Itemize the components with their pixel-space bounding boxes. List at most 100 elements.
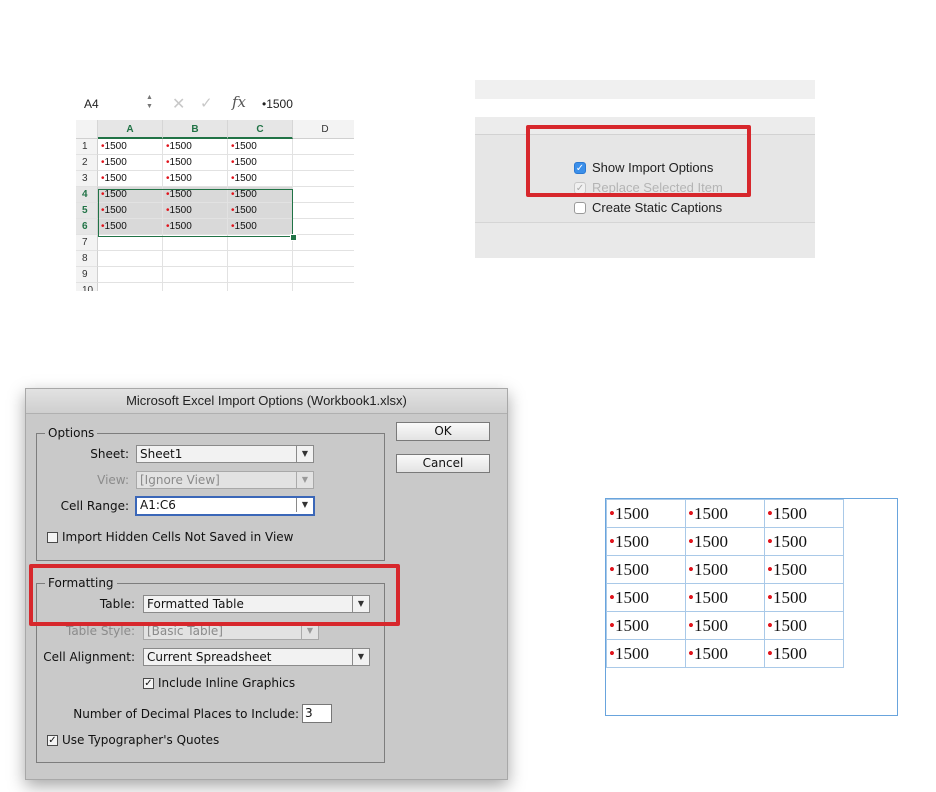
cell[interactable]: •1500 bbox=[163, 219, 228, 235]
chevron-down-icon[interactable]: ▼ bbox=[296, 498, 313, 512]
cell[interactable] bbox=[228, 251, 293, 267]
placed-table-frame[interactable]: •1500 •1500 •1500 •1500 •1500 •1500 •1500 •1500… bbox=[605, 498, 898, 716]
include-inline-graphics-option[interactable]: ✓ Include Inline Graphics bbox=[143, 676, 295, 690]
create-static-captions-checkbox[interactable] bbox=[574, 201, 586, 214]
table-cell[interactable]: •1500 bbox=[764, 527, 844, 556]
name-box[interactable]: A4 bbox=[84, 97, 99, 111]
row-header[interactable]: 10 bbox=[76, 283, 98, 291]
column-header-a[interactable]: A bbox=[98, 120, 163, 139]
cell[interactable]: •1500 bbox=[98, 187, 163, 203]
row-header[interactable]: 5 bbox=[76, 203, 98, 219]
fill-handle[interactable] bbox=[290, 234, 297, 241]
table-cell[interactable]: •1500 bbox=[764, 499, 844, 528]
table-cell[interactable]: •1500 bbox=[685, 583, 765, 612]
row-header[interactable]: 2 bbox=[76, 155, 98, 171]
table-cell[interactable]: •1500 bbox=[685, 555, 765, 584]
cell[interactable] bbox=[98, 235, 163, 251]
cell[interactable] bbox=[293, 251, 354, 267]
table-cell[interactable]: •1500 bbox=[764, 555, 844, 584]
typographers-quotes-option[interactable]: ✓ Use Typographer's Quotes bbox=[47, 733, 219, 747]
cell[interactable]: •1500 bbox=[163, 203, 228, 219]
cell[interactable]: •1500 bbox=[163, 171, 228, 187]
cell[interactable] bbox=[293, 203, 354, 219]
cancel-button[interactable]: Cancel bbox=[396, 454, 490, 473]
row-header[interactable]: 6 bbox=[76, 219, 98, 235]
column-header-d[interactable]: D bbox=[293, 120, 354, 139]
formula-input[interactable]: •1500 bbox=[262, 97, 293, 111]
cell[interactable]: •1500 bbox=[163, 139, 228, 155]
cell-grid[interactable]: A B C D 1 •1500 •1500 •1500 2 •1500 •1500 •1500… bbox=[76, 120, 354, 291]
table-cell[interactable]: •1500 bbox=[606, 499, 686, 528]
cell[interactable]: •1500 bbox=[228, 203, 293, 219]
cell-alignment-dropdown[interactable]: Current Spreadsheet ▼ bbox=[143, 648, 370, 666]
table-cell[interactable]: •1500 bbox=[606, 611, 686, 640]
cell[interactable] bbox=[228, 267, 293, 283]
column-header-c[interactable]: C bbox=[228, 120, 293, 139]
sheet-dropdown[interactable]: Sheet1 ▼ bbox=[136, 445, 314, 463]
cell-range-value[interactable]: A1:C6 bbox=[140, 498, 176, 512]
table-cell[interactable]: •1500 bbox=[764, 583, 844, 612]
cell[interactable]: •1500 bbox=[98, 139, 163, 155]
cell[interactable]: •1500 bbox=[98, 219, 163, 235]
cell[interactable]: •1500 bbox=[228, 139, 293, 155]
cell[interactable] bbox=[98, 267, 163, 283]
select-all-corner[interactable] bbox=[76, 120, 98, 139]
table-cell[interactable]: •1500 bbox=[685, 611, 765, 640]
cell[interactable] bbox=[228, 283, 293, 291]
table-cell[interactable]: •1500 bbox=[606, 639, 686, 668]
column-header-b[interactable]: B bbox=[163, 120, 228, 139]
include-inline-graphics-checkbox[interactable]: ✓ bbox=[143, 677, 154, 689]
placed-table[interactable]: •1500 •1500 •1500 •1500 •1500 •1500 •1500 •1500… bbox=[606, 499, 844, 668]
cell[interactable] bbox=[293, 155, 354, 171]
typographers-quotes-checkbox[interactable]: ✓ bbox=[47, 734, 58, 746]
cell[interactable]: •1500 bbox=[228, 187, 293, 203]
decimal-places-input[interactable]: 3 bbox=[302, 704, 332, 723]
cell[interactable]: •1500 bbox=[98, 203, 163, 219]
cell[interactable]: •1500 bbox=[163, 187, 228, 203]
insert-function-icon[interactable]: fx bbox=[232, 93, 246, 111]
show-import-options-checkbox[interactable]: ✓ bbox=[574, 161, 586, 174]
cell[interactable] bbox=[293, 187, 354, 203]
import-hidden-cells-option[interactable]: Import Hidden Cells Not Saved in View bbox=[47, 530, 294, 544]
row-header[interactable]: 1 bbox=[76, 139, 98, 155]
cell-range-combobox[interactable]: A1:C6 ▼ bbox=[135, 496, 315, 516]
cell[interactable] bbox=[228, 235, 293, 251]
cell[interactable] bbox=[293, 139, 354, 155]
cell[interactable] bbox=[293, 283, 354, 291]
row-header[interactable]: 7 bbox=[76, 235, 98, 251]
import-hidden-cells-checkbox[interactable] bbox=[47, 531, 58, 543]
table-cell[interactable]: •1500 bbox=[764, 611, 844, 640]
table-cell[interactable]: •1500 bbox=[685, 499, 765, 528]
cell[interactable] bbox=[163, 267, 228, 283]
create-static-captions-option[interactable]: Create Static Captions bbox=[574, 200, 722, 215]
table-cell[interactable]: •1500 bbox=[606, 527, 686, 556]
ok-button[interactable]: OK bbox=[396, 422, 490, 441]
table-cell[interactable]: •1500 bbox=[685, 639, 765, 668]
cell[interactable] bbox=[293, 171, 354, 187]
row-header[interactable]: 3 bbox=[76, 171, 98, 187]
cell[interactable]: •1500 bbox=[163, 155, 228, 171]
table-cell[interactable]: •1500 bbox=[606, 583, 686, 612]
table-dropdown[interactable]: Formatted Table ▼ bbox=[143, 595, 370, 613]
cell[interactable]: •1500 bbox=[228, 155, 293, 171]
table-cell[interactable]: •1500 bbox=[685, 527, 765, 556]
cell[interactable]: •1500 bbox=[98, 171, 163, 187]
cell[interactable]: •1500 bbox=[228, 219, 293, 235]
row-header[interactable]: 9 bbox=[76, 267, 98, 283]
row-header[interactable]: 4 bbox=[76, 187, 98, 203]
cancel-formula-icon[interactable]: ✕ bbox=[172, 94, 185, 114]
enter-formula-icon[interactable]: ✓ bbox=[200, 94, 213, 112]
cell[interactable] bbox=[293, 219, 354, 235]
table-cell[interactable]: •1500 bbox=[764, 639, 844, 668]
cell[interactable]: •1500 bbox=[228, 171, 293, 187]
cell[interactable] bbox=[293, 235, 354, 251]
row-header[interactable]: 8 bbox=[76, 251, 98, 267]
table-cell[interactable]: •1500 bbox=[606, 555, 686, 584]
cell[interactable] bbox=[293, 267, 354, 283]
cell[interactable] bbox=[98, 283, 163, 291]
name-box-stepper-icon[interactable]: ▲ ▼ bbox=[146, 93, 153, 111]
cell[interactable] bbox=[163, 235, 228, 251]
show-import-options-option[interactable]: ✓ Show Import Options bbox=[574, 160, 713, 175]
cell[interactable] bbox=[163, 283, 228, 291]
cell[interactable] bbox=[98, 251, 163, 267]
